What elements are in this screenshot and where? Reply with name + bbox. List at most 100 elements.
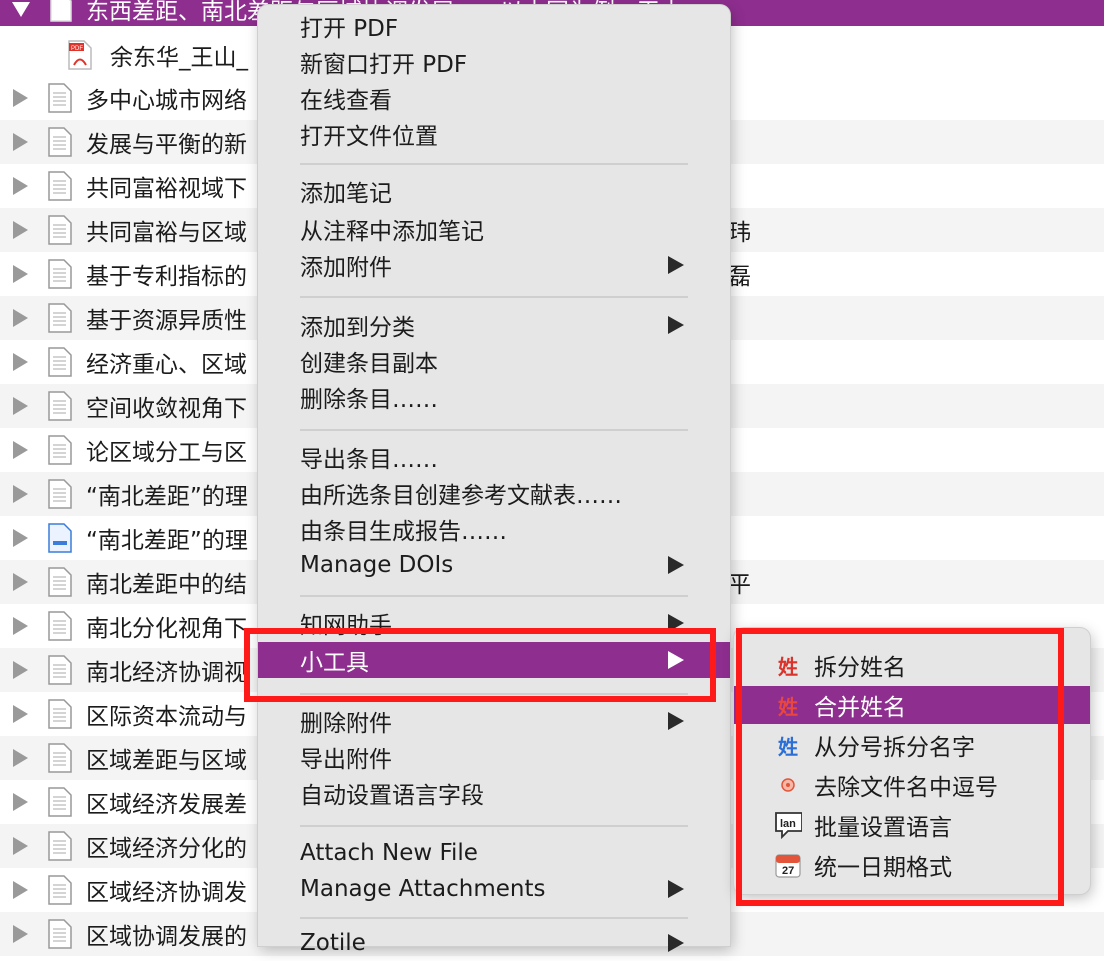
attachment-title: 余东华_王山_ [110, 45, 248, 71]
list-item-title: 经济重心、区域 [86, 352, 247, 378]
expand-triangle-icon[interactable] [13, 133, 28, 151]
document-icon [48, 567, 72, 597]
tools-submenu: 姓 拆分姓名 姓 合并姓名 姓 从分号拆分名字 去除文件名中逗号 lan 批量设… [734, 628, 1090, 894]
svg-text:PDF: PDF [71, 46, 83, 52]
expand-triangle-icon[interactable] [13, 529, 28, 547]
list-item-title: 论区域分工与区 [86, 440, 247, 466]
menu-item-show-file[interactable]: 打开文件位置 [258, 116, 730, 152]
list-item-title: 南北分化视角下 [86, 616, 247, 642]
menu-separator [300, 825, 688, 827]
submenu-arrow-icon [668, 712, 684, 730]
expand-triangle-icon[interactable] [13, 705, 28, 723]
list-item-title: 南北经济协调视 [86, 660, 247, 686]
document-icon [48, 831, 72, 861]
menu-separator [300, 296, 688, 298]
menu-item-add-to-collection[interactable]: 添加到分类 [258, 307, 730, 343]
submenu-item-batch-language[interactable]: lan 批量设置语言 [734, 806, 1090, 844]
list-item-title: 区域差距与区域 [86, 748, 247, 774]
list-item-extra: 平 [728, 572, 751, 598]
document-icon [48, 435, 72, 465]
menu-item-manage-dois[interactable]: Manage DOIs [258, 547, 730, 583]
name-semicolon-icon: 姓 [778, 734, 798, 759]
expand-triangle-icon[interactable] [13, 661, 28, 679]
document-icon [48, 523, 72, 553]
menu-item-export-item[interactable]: 导出条目…… [258, 439, 730, 475]
menu-item-add-note[interactable]: 添加笔记 [258, 173, 730, 209]
menu-separator [300, 429, 688, 431]
expand-triangle-icon[interactable] [13, 793, 28, 811]
menu-item-open-pdf[interactable]: 打开 PDF [258, 8, 730, 44]
menu-item-auto-language[interactable]: 自动设置语言字段 [258, 775, 730, 811]
name-split-icon: 姓 [778, 654, 798, 679]
menu-item-tools[interactable]: 小工具 [258, 642, 730, 678]
expand-triangle-icon[interactable] [13, 881, 28, 899]
pdf-icon: PDF [68, 40, 92, 70]
document-icon [48, 259, 72, 289]
expand-triangle-icon[interactable] [13, 441, 28, 459]
list-item-title: 区际资本流动与 [86, 704, 247, 730]
document-icon [48, 743, 72, 773]
menu-separator [300, 693, 688, 695]
expand-triangle-icon[interactable] [13, 221, 28, 239]
document-icon [48, 655, 72, 685]
expand-triangle-icon[interactable] [13, 925, 28, 943]
document-icon [48, 303, 72, 333]
menu-item-zotile[interactable]: Zotile [258, 925, 730, 961]
expand-triangle-icon[interactable] [13, 617, 28, 635]
expand-triangle-icon[interactable] [13, 177, 28, 195]
list-item-extra: 磊 [728, 264, 751, 290]
submenu-arrow-icon [668, 256, 684, 274]
list-item-title: 基于专利指标的 [86, 264, 247, 290]
submenu-item-remove-comma[interactable]: 去除文件名中逗号 [734, 766, 1090, 804]
submenu-arrow-icon [668, 556, 684, 574]
list-item-title: 区域经济协调发 [86, 880, 247, 906]
expand-triangle-icon[interactable] [13, 749, 28, 767]
calendar-icon: 27 [774, 851, 802, 879]
list-item-title: 区域经济发展差 [86, 792, 247, 818]
list-item-title: 共同富裕视域下 [86, 176, 247, 202]
list-item-title: 空间收敛视角下 [86, 396, 247, 422]
expand-triangle-icon[interactable] [13, 485, 28, 503]
expand-triangle-icon[interactable] [13, 837, 28, 855]
expand-triangle-icon[interactable] [13, 265, 28, 283]
expand-triangle-icon[interactable] [13, 397, 28, 415]
submenu-arrow-icon [668, 614, 684, 632]
context-menu: 打开 PDF 新窗口打开 PDF 在线查看 打开文件位置 添加笔记 从注释中添加笔记 添加附… [258, 5, 730, 956]
menu-item-delete-attachments[interactable]: 删除附件 [258, 703, 730, 739]
menu-item-attach-new-file[interactable]: Attach New File [258, 835, 730, 871]
menu-item-open-pdf-new-window[interactable]: 新窗口打开 PDF [258, 44, 730, 80]
expand-triangle-icon[interactable] [13, 309, 28, 327]
list-item-title: 共同富裕与区域 [86, 220, 247, 246]
document-icon [48, 611, 72, 641]
menu-separator [300, 163, 688, 165]
menu-item-add-note-from-annotations[interactable]: 从注释中添加笔记 [258, 211, 730, 247]
submenu-item-date-format[interactable]: 27 统一日期格式 [734, 846, 1090, 884]
list-item-title: “南北差距”的理 [86, 484, 248, 510]
expand-triangle-icon[interactable] [13, 89, 28, 107]
menu-item-add-attachment[interactable]: 添加附件 [258, 247, 730, 283]
menu-item-generate-report[interactable]: 由条目生成报告…… [258, 511, 730, 547]
document-icon [48, 127, 72, 157]
menu-item-manage-attachments[interactable]: Manage Attachments [258, 871, 730, 907]
document-icon [48, 699, 72, 729]
expand-triangle-icon[interactable] [13, 353, 28, 371]
menu-item-delete-item[interactable]: 删除条目…… [258, 379, 730, 415]
document-icon [48, 787, 72, 817]
menu-item-cnki-helper[interactable]: 知网助手 [258, 605, 730, 641]
submenu-arrow-icon [668, 651, 684, 669]
submenu-item-split-name[interactable]: 姓 拆分姓名 [734, 646, 1090, 684]
collapse-triangle-icon[interactable] [12, 1, 30, 17]
list-item-title: 基于资源异质性 [86, 308, 247, 334]
submenu-item-merge-name[interactable]: 姓 合并姓名 [734, 686, 1090, 724]
submenu-item-split-by-semicolon[interactable]: 姓 从分号拆分名字 [734, 726, 1090, 764]
menu-item-view-online[interactable]: 在线查看 [258, 80, 730, 116]
menu-item-create-bibliography[interactable]: 由所选条目创建参考文献表…… [258, 475, 730, 511]
language-icon: lan [774, 811, 802, 839]
list-item-title: “南北差距”的理 [86, 528, 248, 554]
document-icon [48, 347, 72, 377]
menu-item-export-attachments[interactable]: 导出附件 [258, 739, 730, 775]
expand-triangle-icon[interactable] [13, 573, 28, 591]
menu-item-duplicate-item[interactable]: 创建条目副本 [258, 343, 730, 379]
list-item-title: 发展与平衡的新 [86, 132, 247, 158]
menu-separator [300, 595, 688, 597]
